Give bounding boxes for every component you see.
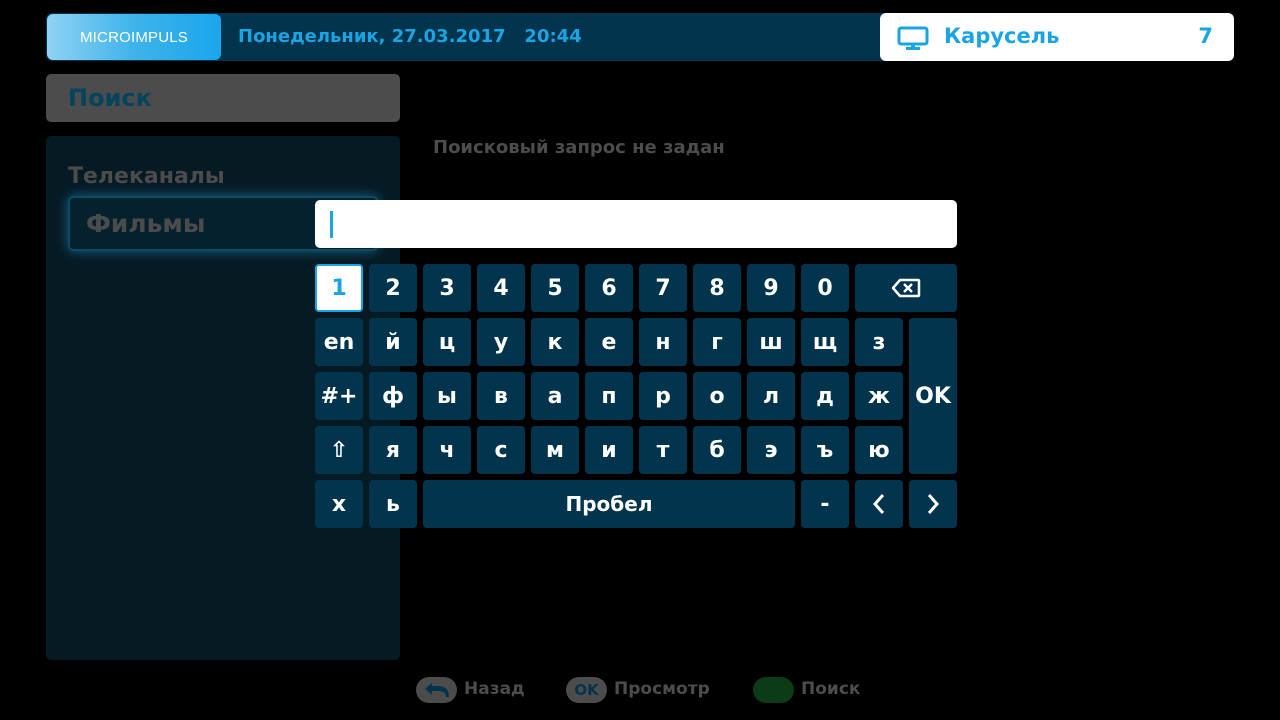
key-3-1[interactable]: ф: [369, 372, 417, 420]
key-4-6[interactable]: т: [639, 426, 687, 474]
datetime: Понедельник, 27.03.2017 20:44: [238, 26, 582, 47]
key-1-8[interactable]: 9: [747, 264, 795, 312]
empty-search-message: Поисковый запрос не задан: [433, 137, 725, 158]
key-4-9[interactable]: ъ: [801, 426, 849, 474]
key-3-2[interactable]: ы: [423, 372, 471, 420]
key-2-9[interactable]: щ: [801, 318, 849, 366]
key-soft-sign[interactable]: ь: [369, 480, 417, 528]
chevron-left-icon: [872, 494, 885, 514]
key-3-0[interactable]: #+: [315, 372, 363, 420]
key-2-2[interactable]: ц: [423, 318, 471, 366]
key-4-8[interactable]: э: [747, 426, 795, 474]
key-2-8[interactable]: ш: [747, 318, 795, 366]
key-1-0[interactable]: 1: [315, 264, 363, 312]
key-2-1[interactable]: й: [369, 318, 417, 366]
key-4-7[interactable]: б: [693, 426, 741, 474]
category-films-label: Фильмы: [86, 209, 206, 238]
right-arrow-key[interactable]: [909, 480, 957, 528]
search-input[interactable]: [315, 200, 957, 248]
back-label: Назад: [464, 679, 525, 699]
key-1-4[interactable]: 5: [531, 264, 579, 312]
key-4-5[interactable]: и: [585, 426, 633, 474]
key-2-7[interactable]: г: [693, 318, 741, 366]
key-4-10[interactable]: ю: [855, 426, 903, 474]
key-1-3[interactable]: 4: [477, 264, 525, 312]
key-2-4[interactable]: к: [531, 318, 579, 366]
key-3-6[interactable]: р: [639, 372, 687, 420]
key-2-6[interactable]: н: [639, 318, 687, 366]
page-title: Поиск: [68, 84, 152, 112]
key-1-6[interactable]: 7: [639, 264, 687, 312]
key-4-1[interactable]: я: [369, 426, 417, 474]
backspace-icon: [891, 278, 921, 298]
key-2-5[interactable]: е: [585, 318, 633, 366]
key-3-5[interactable]: п: [585, 372, 633, 420]
key-3-8[interactable]: л: [747, 372, 795, 420]
green-search-button[interactable]: [753, 677, 794, 703]
chevron-right-icon: [927, 494, 940, 514]
left-arrow-key[interactable]: [855, 480, 903, 528]
ok-badge: OK: [574, 681, 599, 699]
search-title-box: Поиск: [46, 74, 400, 122]
current-channel: Карусель 7: [880, 13, 1234, 61]
channel-name: Карусель: [944, 24, 1060, 48]
ok-hint-button[interactable]: OK: [566, 677, 607, 703]
key-2-0[interactable]: en: [315, 318, 363, 366]
back-arrow-icon: [424, 683, 449, 697]
key-4-3[interactable]: с: [477, 426, 525, 474]
text-cursor: [330, 211, 333, 238]
key-4-4[interactable]: м: [531, 426, 579, 474]
key-3-4[interactable]: а: [531, 372, 579, 420]
key-2-10[interactable]: з: [855, 318, 903, 366]
key-dash[interactable]: -: [801, 480, 849, 528]
key-1-9[interactable]: 0: [801, 264, 849, 312]
channel-number: 7: [1198, 24, 1213, 48]
space-key[interactable]: Пробел: [423, 480, 795, 528]
backspace-key[interactable]: [855, 264, 957, 312]
key-1-7[interactable]: 8: [693, 264, 741, 312]
category-tv-channels[interactable]: Телеканалы: [68, 164, 225, 189]
tv-icon: [897, 26, 929, 50]
key-1-1[interactable]: 2: [369, 264, 417, 312]
key-3-9[interactable]: д: [801, 372, 849, 420]
ok-key[interactable]: OK: [909, 318, 957, 474]
key-4-0[interactable]: ⇧: [315, 426, 363, 474]
key-2-3[interactable]: у: [477, 318, 525, 366]
search-hint-label: Поиск: [801, 679, 861, 699]
key-3-10[interactable]: ж: [855, 372, 903, 420]
back-button[interactable]: [416, 677, 457, 703]
key-3-3[interactable]: в: [477, 372, 525, 420]
logo: MICROIMPULS: [47, 14, 221, 60]
key-1-5[interactable]: 6: [585, 264, 633, 312]
key-1-2[interactable]: 3: [423, 264, 471, 312]
key-4-2[interactable]: ч: [423, 426, 471, 474]
view-label: Просмотр: [614, 679, 710, 699]
key-3-7[interactable]: о: [693, 372, 741, 420]
key-x[interactable]: х: [315, 480, 363, 528]
